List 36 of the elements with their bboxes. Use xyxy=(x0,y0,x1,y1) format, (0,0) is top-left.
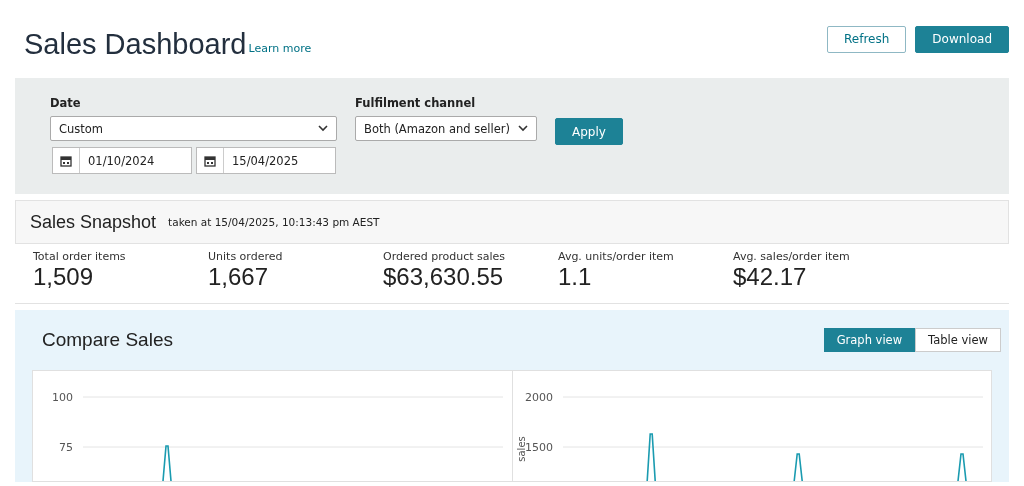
metric-label: Avg. sales/order item xyxy=(733,250,851,263)
date-label: Date xyxy=(50,96,82,110)
view-toggle-tab[interactable]: Table view xyxy=(915,328,1001,352)
metric-label: Avg. units/order item xyxy=(558,250,675,263)
view-toggle-tab[interactable]: Graph view xyxy=(823,328,916,352)
tick-label: 100 xyxy=(52,391,73,404)
metric-value: $42.17 xyxy=(733,263,808,291)
axis-label: sales xyxy=(515,436,527,462)
date-dropdown[interactable]: Custom xyxy=(50,116,337,141)
metric-value: 1,667 xyxy=(208,263,270,291)
tick-label: 1500 xyxy=(524,441,553,454)
metric-value: 1,509 xyxy=(33,263,95,291)
learn-more-link[interactable]: Learn more xyxy=(248,41,312,61)
tick-label: 2000 xyxy=(524,391,553,404)
section-title: Compare Sales xyxy=(42,329,173,351)
metric-label: Ordered product sales xyxy=(383,250,507,263)
refresh-button[interactable]: Refresh xyxy=(827,25,907,53)
download-button[interactable]: Download xyxy=(915,25,1009,53)
chart-line xyxy=(162,445,172,481)
channel-label: Fulfilment channel xyxy=(355,96,477,110)
metric-value: 1.1 xyxy=(558,263,593,291)
metric-value: $63,630.55 xyxy=(383,263,505,291)
section-title: Sales Snapshot xyxy=(30,211,157,233)
chevron-icon xyxy=(518,125,529,132)
timestamp-text: taken at 15/04/2025, 10:13:43 pm AEST xyxy=(168,216,380,228)
page-title: Sales Dashboard xyxy=(24,27,247,61)
chevron-icon xyxy=(318,125,328,132)
metric-label: Units ordered xyxy=(208,250,284,263)
metric-label: Total order items xyxy=(33,250,127,263)
calendar-icon xyxy=(204,154,216,167)
channel-dropdown[interactable]: Both (Amazon and seller) xyxy=(355,116,538,141)
calendar-icon xyxy=(60,154,72,167)
end-date-field[interactable]: 15/04/2025 xyxy=(196,147,336,174)
apply-button[interactable]: Apply xyxy=(555,118,623,145)
tick-label: 75 xyxy=(59,441,73,454)
start-date-field[interactable]: 01/10/2024 xyxy=(52,147,192,174)
